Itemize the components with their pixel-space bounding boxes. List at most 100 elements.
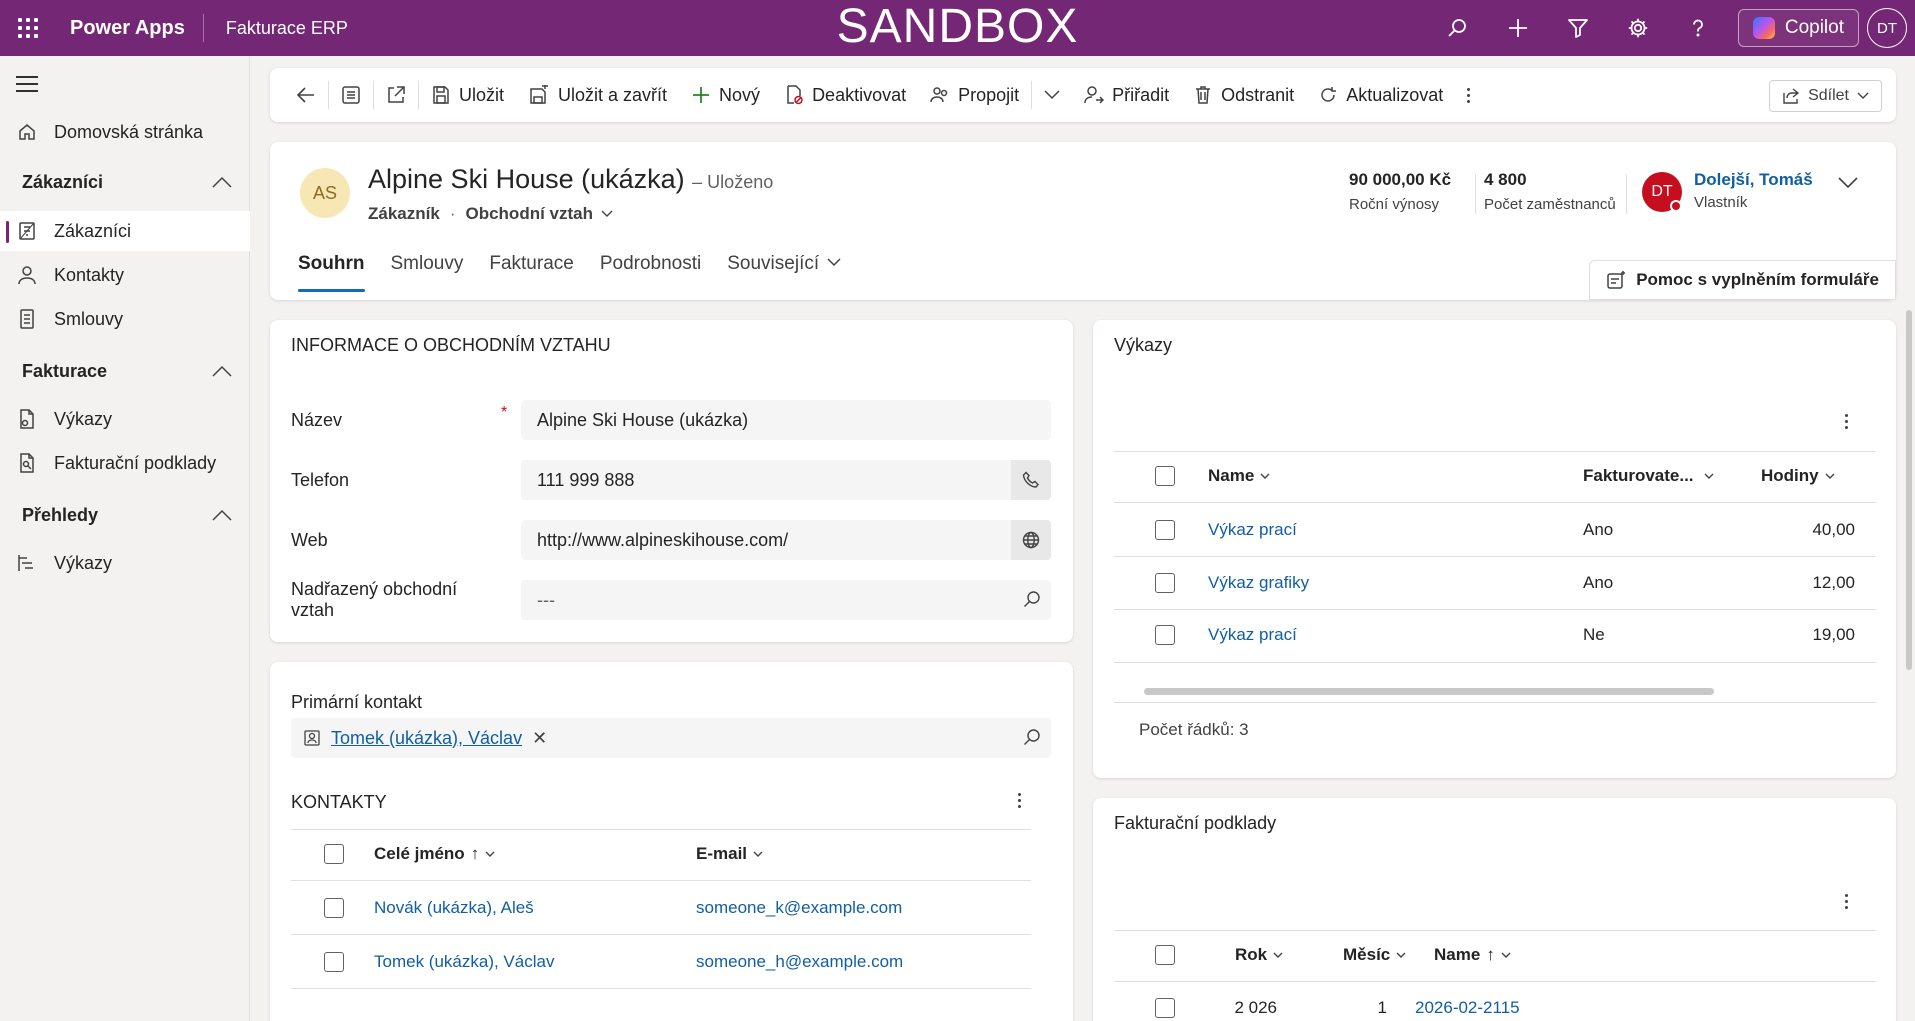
delete-button[interactable]: Odstranit	[1181, 68, 1306, 122]
new-record-button[interactable]: Nový	[679, 68, 772, 122]
timesheets-subgrid: Výkazy Name Fakturovate... Hodiny Výkaz …	[1093, 320, 1896, 778]
row-checkbox[interactable]	[324, 898, 344, 918]
save-and-close-button[interactable]: Uložit a zavřít	[516, 68, 679, 122]
app-name[interactable]: Power Apps	[56, 14, 204, 42]
timesheet-name-link[interactable]: Výkaz prací	[1208, 520, 1583, 540]
call-button[interactable]	[1011, 460, 1051, 500]
vertical-scrollbar[interactable]	[1906, 310, 1912, 670]
timesheet-name-link[interactable]: Výkaz prací	[1208, 625, 1583, 645]
search-button[interactable]	[1428, 0, 1488, 56]
column-header-month[interactable]: Měsíc	[1343, 945, 1434, 965]
sidebar-group-customers[interactable]: Zákazníci	[0, 162, 250, 202]
environment-name[interactable]: Fakturace ERP	[204, 18, 348, 39]
table-row[interactable]: Novák (ukázka), Aleš someone_k@example.c…	[324, 898, 902, 918]
more-commands-button[interactable]	[1455, 68, 1482, 122]
more-vertical-icon[interactable]	[1845, 894, 1848, 909]
column-header-billable[interactable]: Fakturovate...	[1583, 466, 1761, 486]
select-all-checkbox[interactable]	[1155, 466, 1175, 486]
share-button[interactable]: Sdílet	[1769, 80, 1882, 112]
form-fill-assist-button[interactable]: Pomoc s vyplněním formuláře	[1589, 260, 1896, 300]
deactivate-button[interactable]: Deaktivovat	[772, 68, 918, 122]
more-vertical-icon[interactable]	[1018, 793, 1021, 808]
row-checkbox[interactable]	[1155, 520, 1175, 540]
table-row[interactable]: 2 026 1 2026-02-2115	[1155, 998, 1520, 1018]
help-button[interactable]	[1668, 0, 1728, 56]
open-in-new-window-button[interactable]	[374, 68, 418, 122]
sidebar-item-reports-timesheets[interactable]: Výkazy	[0, 543, 250, 583]
user-avatar[interactable]: DT	[1867, 8, 1907, 48]
table-row[interactable]: Výkaz prací Ne 19,00	[1155, 625, 1855, 645]
billing-name-link[interactable]: 2026-02-2115	[1415, 998, 1520, 1018]
filter-button[interactable]	[1548, 0, 1608, 56]
select-all-checkbox[interactable]	[1155, 945, 1175, 965]
sidebar-item-label: Smlouvy	[54, 308, 124, 329]
connect-button[interactable]: Propojit	[918, 68, 1031, 122]
table-row[interactable]: Tomek (ukázka), Václav someone_h@example…	[324, 952, 903, 972]
top-bar: Power Apps Fakturace ERP SANDBOX Copilot…	[0, 0, 1915, 56]
phone-icon	[1022, 471, 1039, 488]
copilot-button[interactable]: Copilot	[1737, 9, 1859, 47]
contact-email-link[interactable]: someone_h@example.com	[696, 952, 903, 972]
row-checkbox[interactable]	[1155, 998, 1175, 1018]
owner-link[interactable]: Dolejší, Tomáš	[1694, 170, 1813, 190]
horizontal-scrollbar[interactable]	[1144, 688, 1714, 695]
assign-button[interactable]: Přiřadit	[1072, 68, 1181, 122]
column-header-year[interactable]: Rok	[1235, 945, 1343, 965]
column-header-name[interactable]: Name ↑	[1434, 945, 1511, 965]
timesheet-name-link[interactable]: Výkaz grafiky	[1208, 573, 1583, 593]
open-website-button[interactable]	[1011, 520, 1051, 560]
column-header-name[interactable]: Name	[1208, 466, 1583, 486]
sidebar-item-customers[interactable]: Zákazníci	[0, 211, 250, 251]
column-header-email[interactable]: E-mail	[696, 844, 763, 864]
save-button[interactable]: Uložit	[419, 68, 516, 122]
sidebar-group-billing[interactable]: Fakturace	[0, 351, 250, 391]
tab-related[interactable]: Související	[727, 250, 841, 292]
sidebar-group-reports[interactable]: Přehledy	[0, 495, 250, 535]
sidebar-item-billing-docs[interactable]: Fakturační podklady	[0, 443, 250, 483]
table-row[interactable]: Výkaz grafiky Ano 12,00	[1155, 573, 1855, 593]
sidebar-item-timesheets[interactable]: Výkazy	[0, 399, 250, 439]
column-header-full-name[interactable]: Celé jméno ↑	[374, 844, 696, 864]
sidebar-item-contacts[interactable]: Kontakty	[0, 255, 250, 295]
table-row[interactable]: Výkaz prací Ano 40,00	[1155, 520, 1855, 540]
more-vertical-icon[interactable]	[1845, 414, 1848, 429]
sidebar-item-home[interactable]: Domovská stránka	[0, 112, 250, 152]
name-input[interactable]: Alpine Ski House (ukázka)	[521, 400, 1051, 440]
tab-contracts[interactable]: Smlouvy	[391, 250, 464, 292]
contact-name-link[interactable]: Novák (ukázka), Aleš	[374, 898, 696, 918]
tab-billing[interactable]: Fakturace	[489, 250, 573, 292]
back-button[interactable]	[284, 68, 328, 122]
sidebar-item-contracts[interactable]: Smlouvy	[0, 299, 250, 339]
phone-input[interactable]: 111 999 888	[521, 460, 1051, 500]
billing-grid-header: Rok Měsíc Name ↑	[1155, 945, 1511, 965]
remove-contact-icon[interactable]: ✕	[532, 728, 547, 749]
select-all-checkbox[interactable]	[324, 844, 344, 864]
list-icon	[342, 86, 360, 104]
chevron-down-icon	[827, 258, 841, 267]
lookup-search-button[interactable]	[1023, 728, 1041, 751]
primary-contact-lookup[interactable]: Tomek (ukázka), Václav ✕	[291, 718, 1051, 758]
expand-header-button[interactable]	[1838, 176, 1858, 194]
contact-email-link[interactable]: someone_k@example.com	[696, 898, 902, 918]
tab-details[interactable]: Podrobnosti	[600, 250, 701, 292]
parent-account-lookup[interactable]: ---	[521, 580, 1051, 620]
row-checkbox[interactable]	[1155, 573, 1175, 593]
row-checkbox[interactable]	[324, 952, 344, 972]
hamburger-menu-icon[interactable]	[16, 76, 38, 92]
refresh-button[interactable]: Aktualizovat	[1306, 68, 1455, 122]
record-set-button[interactable]	[329, 68, 373, 122]
lookup-search-button[interactable]	[1023, 590, 1041, 613]
app-launcher-button[interactable]	[0, 0, 56, 56]
new-button[interactable]	[1488, 0, 1548, 56]
row-checkbox[interactable]	[1155, 625, 1175, 645]
phone-value: 111 999 888	[537, 469, 635, 490]
web-input[interactable]: http://www.alpineskihouse.com/	[521, 520, 1051, 560]
settings-button[interactable]	[1608, 0, 1668, 56]
contact-name-link[interactable]: Tomek (ukázka), Václav	[374, 952, 696, 972]
primary-contact-link[interactable]: Tomek (ukázka), Václav	[331, 728, 522, 749]
open-external-icon	[388, 86, 405, 103]
tab-summary[interactable]: Souhrn	[298, 250, 365, 292]
column-header-hours[interactable]: Hodiny	[1761, 466, 1835, 486]
connect-dropdown-button[interactable]	[1032, 68, 1072, 122]
form-selector[interactable]: Obchodní vztah	[465, 204, 613, 224]
